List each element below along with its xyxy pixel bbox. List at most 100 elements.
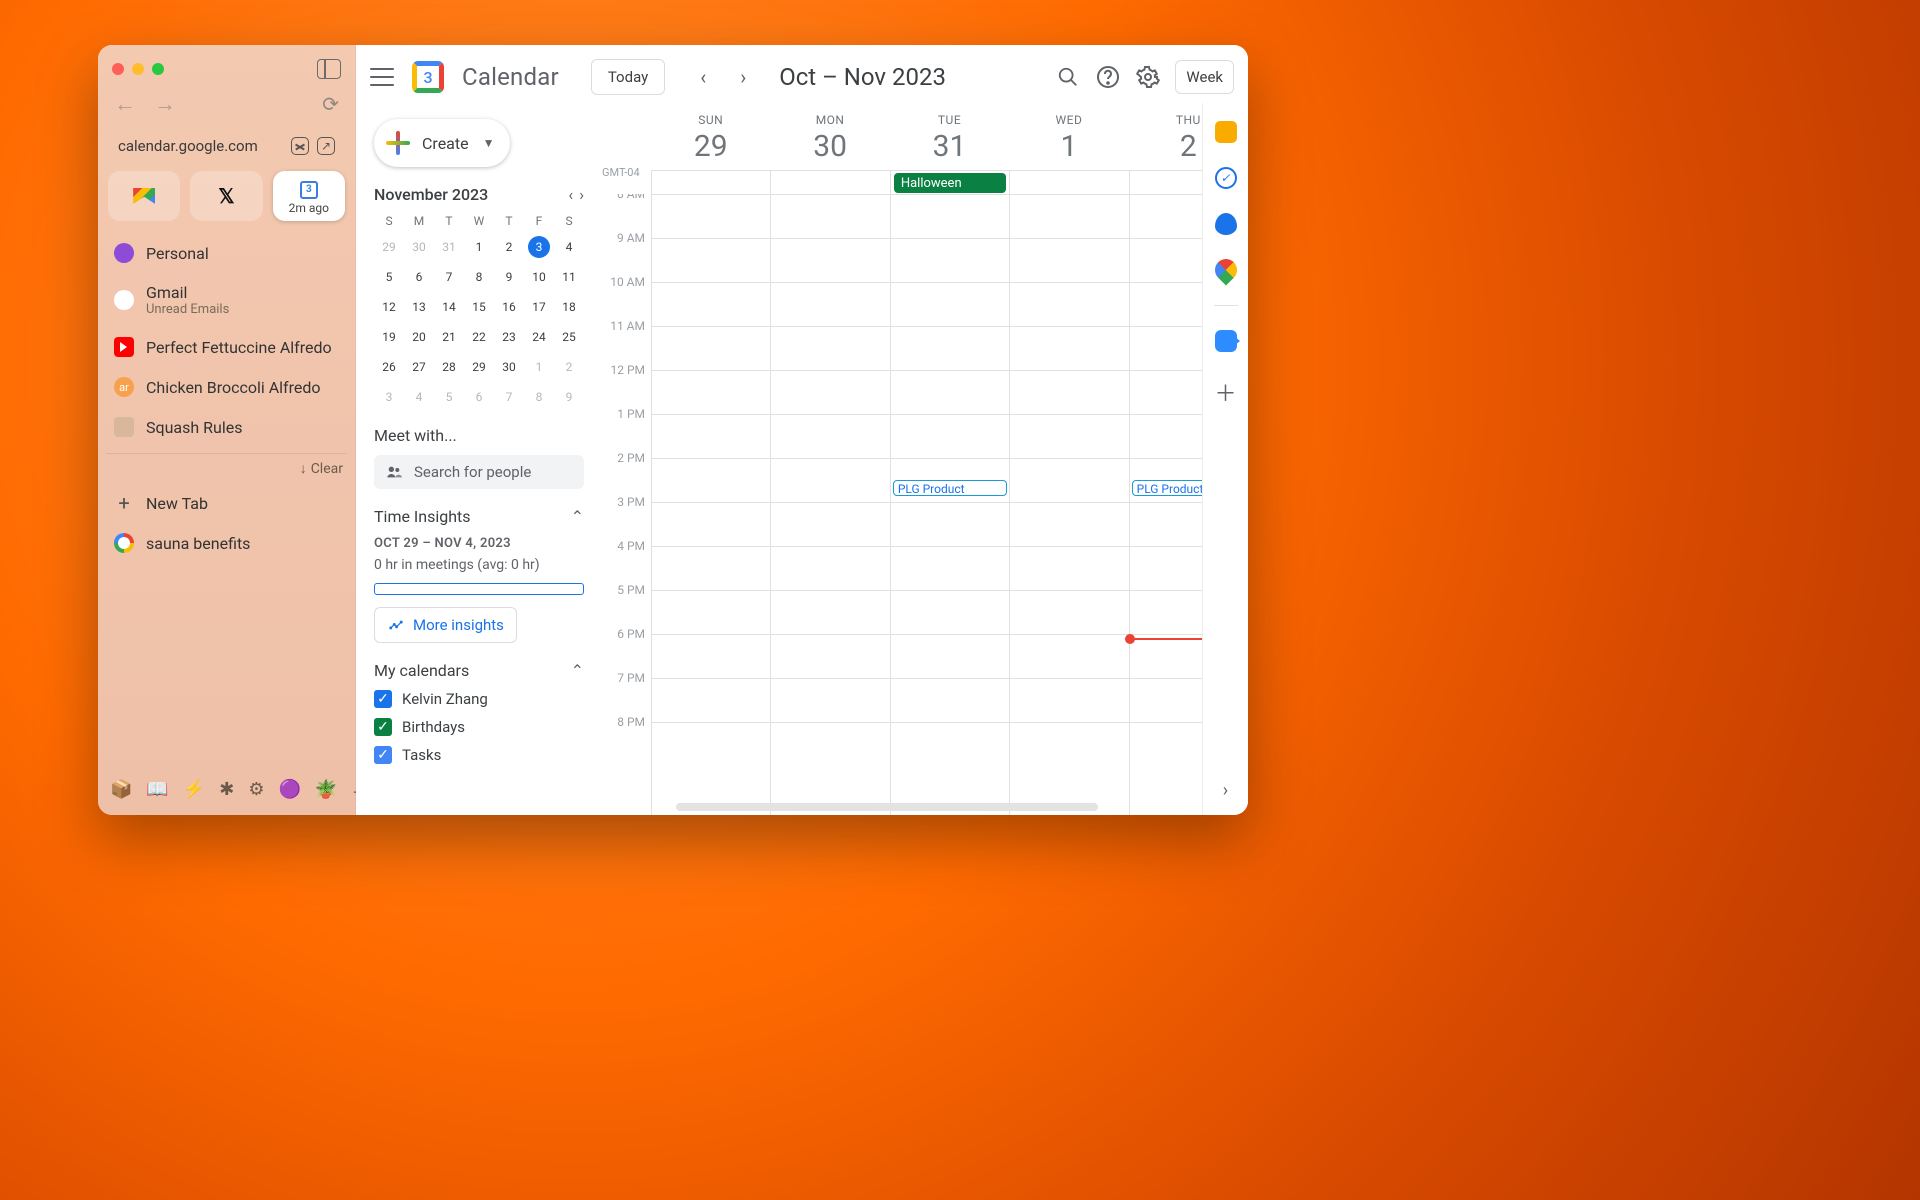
day-header[interactable]: SUN29: [651, 107, 770, 170]
sidebar-item[interactable]: arChicken Broccoli Alfredo: [108, 367, 345, 407]
sidebar-item[interactable]: Personal: [108, 233, 345, 273]
calendar-toggle[interactable]: ✓Tasks: [374, 746, 584, 764]
site-settings-icon[interactable]: [291, 137, 309, 155]
mini-day[interactable]: 14: [434, 296, 464, 318]
mini-day[interactable]: 30: [494, 356, 524, 378]
bottom-bar-icon[interactable]: 📖: [146, 779, 168, 805]
mini-day[interactable]: 29: [374, 236, 404, 258]
today-button[interactable]: Today: [591, 59, 665, 95]
day-column[interactable]: [770, 194, 889, 815]
mini-day[interactable]: 25: [554, 326, 584, 348]
mini-day[interactable]: 22: [464, 326, 494, 348]
mini-day[interactable]: 19: [374, 326, 404, 348]
mini-day[interactable]: 6: [404, 266, 434, 288]
horizontal-scrollbar[interactable]: [676, 803, 1098, 811]
more-insights-button[interactable]: More insights: [374, 607, 517, 643]
mini-day[interactable]: 20: [404, 326, 434, 348]
mini-day[interactable]: 23: [494, 326, 524, 348]
mini-day[interactable]: 13: [404, 296, 434, 318]
mini-day[interactable]: 7: [494, 386, 524, 408]
mini-day[interactable]: 8: [524, 386, 554, 408]
mini-day[interactable]: 30: [404, 236, 434, 258]
mini-day[interactable]: 9: [494, 266, 524, 288]
sidebar-toggle-icon[interactable]: [317, 59, 341, 79]
mini-day[interactable]: 1: [524, 356, 554, 378]
sidebar-item[interactable]: sauna benefits: [108, 523, 345, 563]
mini-day[interactable]: 4: [554, 236, 584, 258]
day-header[interactable]: TUE31: [890, 107, 1009, 170]
mini-day[interactable]: 15: [464, 296, 494, 318]
day-header[interactable]: MON30: [770, 107, 889, 170]
mini-day[interactable]: 3: [374, 386, 404, 408]
bottom-bar-icon[interactable]: 📦: [110, 779, 132, 805]
settings-gear-icon[interactable]: [1135, 64, 1161, 90]
minimize-window[interactable]: [132, 63, 144, 75]
bottom-bar-icon[interactable]: ⚡: [183, 779, 205, 805]
mini-day[interactable]: 24: [524, 326, 554, 348]
create-button[interactable]: Create ▼: [374, 119, 510, 167]
day-column[interactable]: [1009, 194, 1128, 815]
help-icon[interactable]: [1095, 64, 1121, 90]
mini-day[interactable]: 4: [404, 386, 434, 408]
mini-day[interactable]: 5: [374, 266, 404, 288]
allday-cell[interactable]: [770, 170, 889, 194]
search-icon[interactable]: [1055, 64, 1081, 90]
keep-icon[interactable]: [1215, 121, 1237, 143]
mini-day[interactable]: 29: [464, 356, 494, 378]
mini-day[interactable]: 3: [528, 236, 550, 258]
add-addon-icon[interactable]: ＋: [1214, 376, 1236, 408]
mini-day[interactable]: 18: [554, 296, 584, 318]
pinned-tab-x[interactable]: 𝕏: [190, 171, 262, 221]
maximize-window[interactable]: [152, 63, 164, 75]
my-calendars-header[interactable]: My calendars ⌃: [374, 661, 584, 680]
address-bar[interactable]: calendar.google.com: [108, 131, 345, 161]
mini-prev-icon[interactable]: ‹: [568, 185, 573, 204]
view-selector[interactable]: Week: [1175, 60, 1234, 94]
mini-day[interactable]: 27: [404, 356, 434, 378]
bottom-bar-icon[interactable]: 🟣: [279, 779, 301, 805]
next-period-icon[interactable]: ›: [727, 61, 759, 93]
close-window[interactable]: [112, 63, 124, 75]
calendar-toggle[interactable]: ✓Birthdays: [374, 718, 584, 736]
tasks-icon[interactable]: [1215, 167, 1237, 189]
day-column[interactable]: [651, 194, 770, 815]
mini-day[interactable]: 9: [554, 386, 584, 408]
mini-day[interactable]: 11: [554, 266, 584, 288]
sidebar-item[interactable]: GmailUnread Emails: [108, 273, 345, 327]
main-menu-icon[interactable]: [370, 68, 394, 86]
collapse-rail-icon[interactable]: ›: [1223, 780, 1228, 801]
contacts-icon[interactable]: [1215, 213, 1237, 235]
clear-tabs[interactable]: ↓ Clear: [98, 460, 355, 481]
day-header[interactable]: WED1: [1009, 107, 1128, 170]
mini-day[interactable]: 26: [374, 356, 404, 378]
mini-next-icon[interactable]: ›: [579, 185, 584, 204]
prev-period-icon[interactable]: ‹: [687, 61, 719, 93]
bottom-bar-icon[interactable]: 🪴: [315, 779, 337, 805]
mini-day[interactable]: 7: [434, 266, 464, 288]
sidebar-item[interactable]: Squash Rules: [108, 407, 345, 447]
sidebar-item[interactable]: +New Tab: [108, 483, 345, 523]
calendar-toggle[interactable]: ✓Kelvin Zhang: [374, 690, 584, 708]
allday-cell[interactable]: [1009, 170, 1128, 194]
open-external-icon[interactable]: [317, 137, 335, 155]
bottom-bar-icon[interactable]: ⚙︎: [248, 779, 264, 805]
nav-forward-icon[interactable]: →: [154, 91, 176, 117]
zoom-icon[interactable]: [1215, 330, 1237, 352]
mini-day[interactable]: 21: [434, 326, 464, 348]
mini-day[interactable]: 8: [464, 266, 494, 288]
calendar-event[interactable]: PLG Product: [893, 480, 1007, 496]
allday-cell[interactable]: [651, 170, 770, 194]
sidebar-item[interactable]: Perfect Fettuccine Alfredo: [108, 327, 345, 367]
mini-day[interactable]: 2: [494, 236, 524, 258]
day-column[interactable]: PLG Product: [890, 194, 1009, 815]
mini-day[interactable]: 17: [524, 296, 554, 318]
mini-day[interactable]: 1: [464, 236, 494, 258]
bottom-bar-icon[interactable]: ✱: [219, 779, 234, 805]
allday-cell[interactable]: Halloween: [890, 170, 1009, 194]
mini-day[interactable]: 28: [434, 356, 464, 378]
mini-day[interactable]: 6: [464, 386, 494, 408]
mini-day[interactable]: 5: [434, 386, 464, 408]
mini-day[interactable]: 10: [524, 266, 554, 288]
mini-day[interactable]: 31: [434, 236, 464, 258]
pinned-tab-gmail[interactable]: [108, 171, 180, 221]
